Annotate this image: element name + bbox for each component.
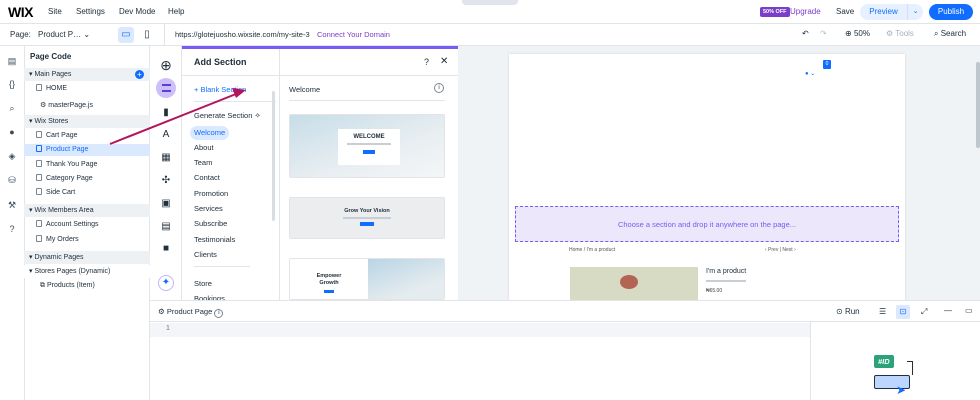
minimize-icon[interactable]: — xyxy=(944,306,952,315)
code-tab-label: Product Page xyxy=(166,307,213,316)
inspect-icon[interactable]: ⊡ xyxy=(896,305,910,319)
connector-line xyxy=(907,361,913,375)
properties-icon[interactable]: ☰ xyxy=(879,307,886,316)
divider xyxy=(810,322,811,400)
run-button[interactable]: ⊙ Run xyxy=(836,307,860,316)
play-icon: ⊙ xyxy=(836,307,843,316)
file-icon: ⚙ xyxy=(158,307,165,316)
code-panel: ⚙ Product Page i ⊙ Run ☰ ⊡ ⤢ — ▭ 1 #ID ➤ xyxy=(150,300,980,400)
dock-icon[interactable]: ▭ xyxy=(965,306,973,315)
element-id-badge: #ID xyxy=(874,355,894,368)
code-tab[interactable]: ⚙ Product Page i xyxy=(158,307,224,318)
cursor-icon: ➤ xyxy=(896,383,907,397)
run-label: Run xyxy=(844,307,860,316)
active-line[interactable] xyxy=(150,323,810,337)
line-number: 1 xyxy=(166,325,170,332)
expand-icon[interactable]: ⤢ xyxy=(921,307,927,317)
info-icon[interactable]: i xyxy=(214,309,224,318)
divider xyxy=(150,321,980,322)
